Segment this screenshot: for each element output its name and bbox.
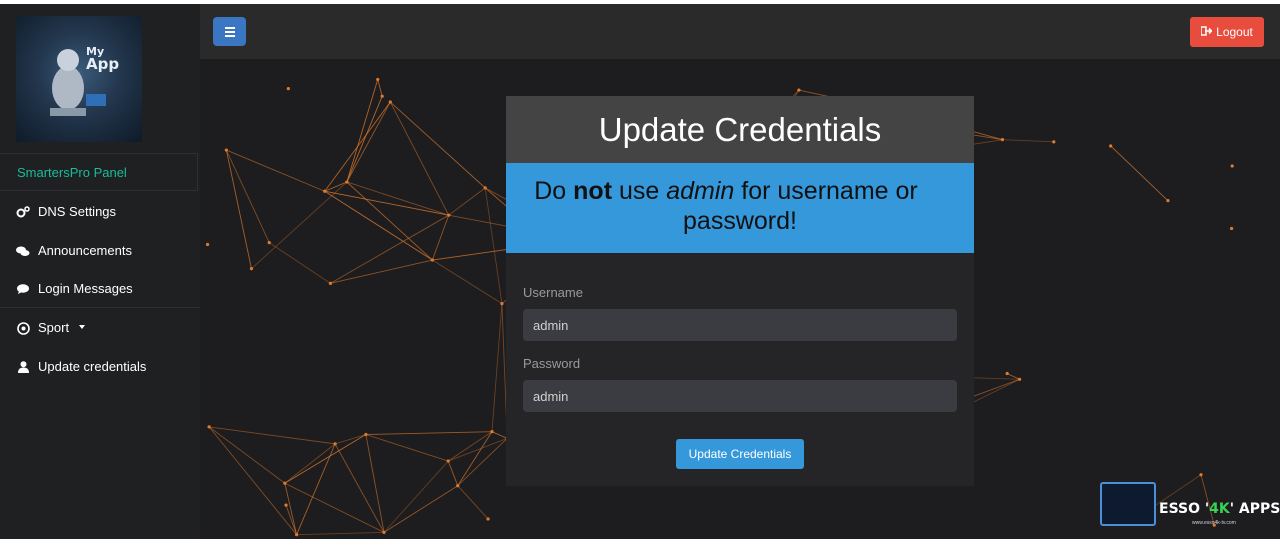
soccer-ball-icon <box>16 321 30 335</box>
update-credentials-button[interactable]: Update Credentials <box>676 439 804 469</box>
sidebar-item-announcements[interactable]: Announcements <box>0 232 200 270</box>
sidebar-toggle-button[interactable] <box>213 17 246 46</box>
main-content: Update Credentials Do not use admin for … <box>200 59 1280 539</box>
sidebar-item-label: Announcements <box>38 243 132 258</box>
sidebar: My App SmartersPro Panel DNS Settings An… <box>0 4 200 539</box>
logout-label: Logout <box>1216 25 1253 39</box>
sidebar-item-sport[interactable]: Sport <box>0 309 200 347</box>
card-title: Update Credentials <box>506 96 974 163</box>
logout-button[interactable]: Logout <box>1190 17 1264 47</box>
comments-icon <box>16 245 30 257</box>
sidebar-item-label: Sport <box>38 320 70 335</box>
watermark-url: www.esso4k-tv.com <box>1192 520 1236 526</box>
warning-alert: Do not use admin for username or passwor… <box>506 163 974 253</box>
username-label: Username <box>523 285 583 300</box>
password-field[interactable] <box>523 380 957 412</box>
hamburger-icon <box>224 26 235 29</box>
monitor-icon <box>1100 482 1156 526</box>
password-label: Password <box>523 356 581 371</box>
sidebar-item-dns-settings[interactable]: DNS Settings <box>0 193 200 231</box>
comment-icon <box>16 283 30 295</box>
chevron-down-icon <box>79 325 86 329</box>
username-field[interactable] <box>523 309 957 341</box>
sidebar-divider <box>0 307 200 308</box>
sidebar-item-update-credentials[interactable]: Update credentials <box>0 348 200 386</box>
top-navbar: Logout <box>200 4 1280 59</box>
user-icon <box>16 361 30 373</box>
update-credentials-card: Update Credentials Do not use admin for … <box>506 96 974 486</box>
sidebar-item-label: Update credentials <box>38 359 147 374</box>
panel-title[interactable]: SmartersPro Panel <box>0 153 198 191</box>
sidebar-item-label: DNS Settings <box>38 204 117 219</box>
cogs-icon <box>16 206 30 218</box>
watermark-brand: ESSO '4K' APPS <box>1159 501 1280 517</box>
watermark-logo: ESSO '4K' APPS www.esso4k-tv.com <box>1098 478 1280 539</box>
app-logo: My App <box>16 16 142 142</box>
sidebar-item-label: Login Messages <box>38 281 133 296</box>
sign-out-icon <box>1200 25 1213 39</box>
sidebar-item-login-messages[interactable]: Login Messages <box>0 270 200 308</box>
